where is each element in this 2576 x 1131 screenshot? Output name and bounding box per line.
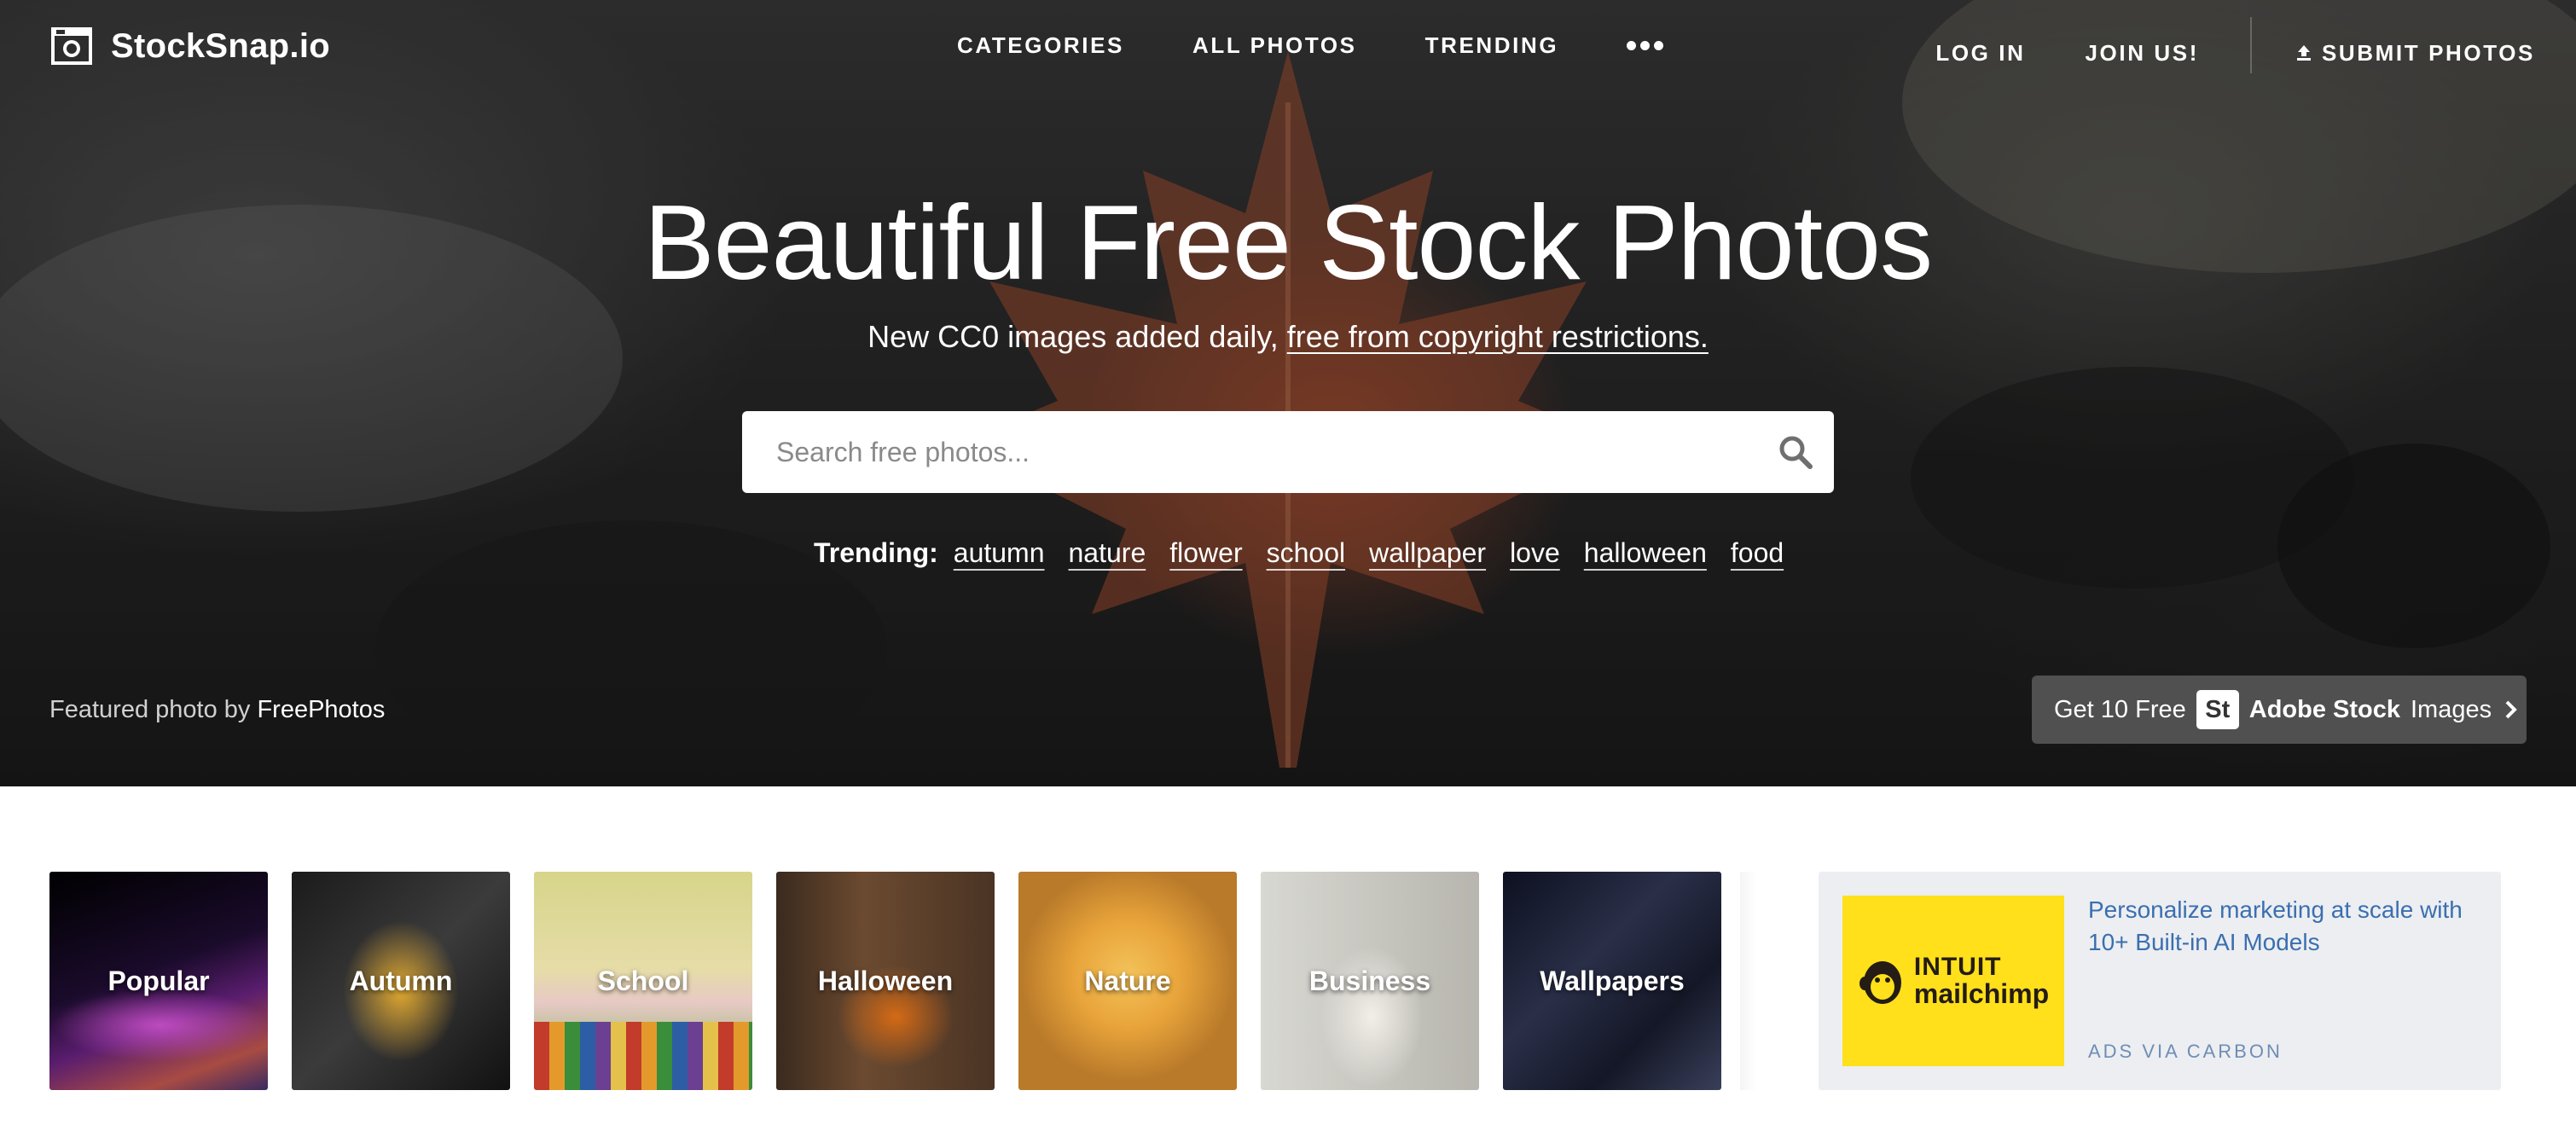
trend-tag-halloween[interactable]: halloween (1584, 537, 1707, 569)
trend-tag-love[interactable]: love (1510, 537, 1560, 569)
account-nav: LOG IN JOIN US! SUBMIT PHOTOS (1935, 17, 2535, 73)
chevron-right-icon (2505, 700, 2517, 719)
category-scroll-fade (1740, 872, 1757, 1090)
brand-name: StockSnap.io (111, 26, 330, 65)
ad-logo-wordmark: INTUIT mailchimp (1913, 953, 2050, 1009)
submit-photos-button[interactable]: SUBMIT PHOTOS (2295, 40, 2535, 67)
search-bar (742, 411, 1834, 493)
adobe-stock-brand: Adobe Stock (2248, 695, 2400, 723)
ads-via-carbon-link[interactable]: ADS VIA CARBON (2088, 1041, 2283, 1063)
hero-title: Beautiful Free Stock Photos (643, 184, 1933, 302)
category-label: Wallpapers (1540, 965, 1685, 996)
category-label: Autumn (349, 965, 453, 996)
search-button[interactable] (1757, 411, 1834, 493)
category-label: Business (1308, 965, 1431, 996)
trend-tag-wallpaper[interactable]: wallpaper (1369, 537, 1486, 569)
carbon-ad[interactable]: INTUIT mailchimp Personalize marketing a… (1819, 872, 2501, 1090)
search-input[interactable] (742, 411, 1757, 493)
category-label: Halloween (817, 965, 954, 996)
nav-categories[interactable]: CATEGORIES (957, 32, 1124, 59)
category-tile-school[interactable]: School (534, 872, 752, 1090)
category-label: Popular (107, 965, 210, 996)
category-tile-popular[interactable]: Popular (49, 872, 268, 1090)
adobe-offer-suffix: Images (2411, 695, 2492, 723)
trending-label: Trending: (814, 537, 938, 568)
hero-subtitle-text: New CC0 images added daily, (867, 319, 1287, 354)
ad-text-link[interactable]: Personalize marketing at scale with 10+ … (2088, 894, 2463, 959)
hero-banner: StockSnap.io CATEGORIES ALL PHOTOS TREND… (0, 0, 2576, 786)
category-strip: Popular Autumn School Halloween Nature B… (49, 872, 1721, 1090)
featured-credit-prefix: Featured photo by (49, 696, 258, 723)
category-tile-business[interactable]: Business (1261, 872, 1479, 1090)
trend-tag-autumn[interactable]: autumn (954, 537, 1045, 569)
hero-subtitle: New CC0 images added daily, free from co… (0, 319, 2576, 355)
ad-logo-mailchimp: mailchimp (1913, 978, 2050, 1009)
camera-icon (51, 27, 92, 65)
ad-logo-intuit: INTUIT (1913, 953, 2002, 981)
nav-trending[interactable]: TRENDING (1425, 32, 1559, 59)
category-tile-autumn[interactable]: Autumn (292, 872, 510, 1090)
trend-tag-flower[interactable]: flower (1169, 537, 1242, 569)
category-tile-halloween[interactable]: Halloween (776, 872, 995, 1090)
adobe-offer-prefix: Get 10 Free (2054, 695, 2186, 723)
featured-author-link[interactable]: FreePhotos (257, 696, 385, 723)
brand-logo[interactable]: StockSnap.io (49, 26, 330, 67)
category-label: School (597, 965, 689, 996)
search-icon (1779, 436, 1813, 469)
adobe-stock-badge: St (2196, 690, 2239, 729)
category-tile-nature[interactable]: Nature (1018, 872, 1237, 1090)
category-tile-wallpapers[interactable]: Wallpapers (1503, 872, 1721, 1090)
trend-tag-nature[interactable]: nature (1069, 537, 1146, 569)
login-link[interactable]: LOG IN (1935, 40, 2025, 67)
trend-tag-school[interactable]: school (1267, 537, 1346, 569)
category-label: Nature (1084, 965, 1171, 996)
featured-credit: Featured photo by FreePhotos (49, 696, 385, 724)
hero-overlay (0, 0, 2576, 786)
submit-photos-label: SUBMIT PHOTOS (2321, 39, 2535, 66)
nav-divider (2249, 17, 2252, 73)
join-link[interactable]: JOIN US! (2086, 40, 2199, 67)
trending-tags: Trending: autumn nature flower school wa… (814, 537, 1807, 569)
upload-icon (2296, 45, 2311, 61)
nav-all-photos[interactable]: ALL PHOTOS (1192, 32, 1357, 59)
copyright-link[interactable]: free from copyright restrictions. (1287, 319, 1709, 354)
mailchimp-logo-icon (1859, 961, 1901, 1004)
trend-tag-food[interactable]: food (1731, 537, 1784, 569)
main-nav: CATEGORIES ALL PHOTOS TRENDING (957, 32, 1664, 59)
ad-image[interactable]: INTUIT mailchimp (1842, 896, 2064, 1066)
adobe-stock-offer-button[interactable]: Get 10 Free St Adobe Stock Images (2032, 676, 2527, 744)
more-dots-icon[interactable] (1627, 33, 1664, 59)
